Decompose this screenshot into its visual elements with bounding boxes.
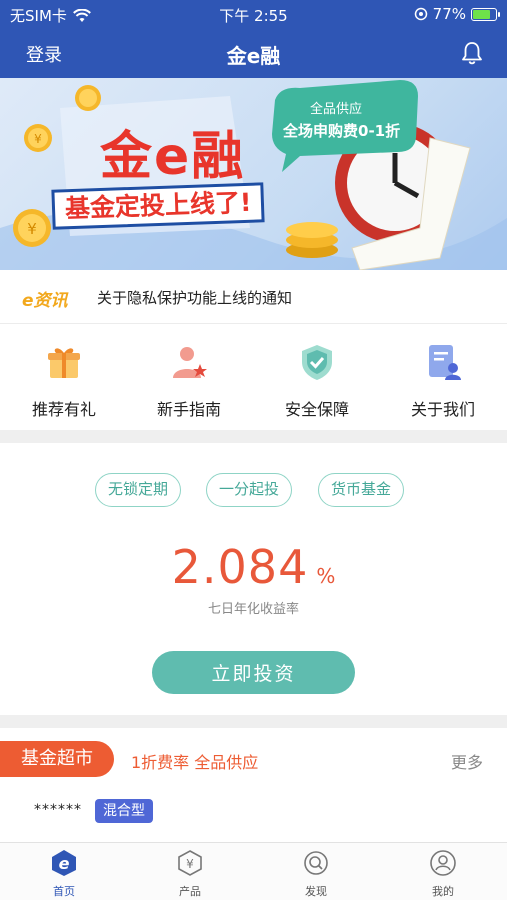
quick-link-label: 关于我们: [410, 400, 475, 419]
quick-links: 推荐有礼 新手指南 安全保障 关于我们: [0, 324, 507, 430]
bottom-tab-bar: e 首页 ¥ 产品 发现 我的: [0, 842, 507, 900]
coin-icon: ¥: [13, 209, 51, 247]
fund-tag: 货币基金: [318, 473, 405, 507]
profile-icon: [430, 850, 456, 876]
battery-icon: [471, 7, 500, 21]
product-yen-icon: ¥: [178, 850, 202, 876]
login-button[interactable]: 登录: [26, 41, 62, 67]
fund-item-name[interactable]: ******: [34, 802, 82, 818]
svg-text:e: e: [59, 854, 70, 873]
news-ticker[interactable]: e资讯 关于隐私保护功能上线的通知: [0, 270, 507, 324]
tab-label: 发现: [305, 885, 327, 898]
tab-home[interactable]: e 首页: [34, 849, 94, 899]
fund-market-section: 基金超市 1折费率 全品供应 更多 ****** 混合型: [0, 728, 507, 842]
fund-tag: 一分起投: [206, 473, 293, 507]
fund-market-title: 基金超市: [0, 741, 114, 777]
user-star-icon: [173, 347, 207, 378]
tab-label: 我的: [432, 885, 454, 898]
banner-art: ¥ ¥: [0, 80, 507, 270]
banner-brand: 金e融: [100, 127, 246, 187]
nav-bar: 登录 金e融: [0, 28, 507, 78]
orientation-lock-icon: [414, 7, 427, 21]
fund-market-subtitle: 1折费率 全品供应: [131, 753, 259, 772]
quick-link-label: 安全保障: [284, 400, 349, 419]
tab-discover[interactable]: 发现: [286, 849, 346, 899]
bubble-line-1: 全品供应: [310, 102, 363, 117]
fund-tag: 无锁定期: [95, 473, 182, 507]
quick-link-label: 推荐有礼: [31, 400, 96, 419]
tab-mine[interactable]: 我的: [413, 849, 473, 899]
svg-text:¥: ¥: [27, 220, 37, 238]
tab-products[interactable]: ¥ 产品: [160, 849, 220, 899]
more-link[interactable]: 更多: [451, 749, 483, 773]
invest-now-button[interactable]: 立即投资: [152, 651, 355, 694]
svg-text:¥: ¥: [34, 132, 42, 146]
coin-stack-icon: [286, 222, 338, 258]
news-logo: e资讯: [22, 291, 68, 311]
coin-icon: [75, 85, 101, 111]
yield-rate: 2.084%: [0, 540, 507, 594]
home-e-icon: e: [52, 850, 76, 876]
quick-link-about[interactable]: 关于我们: [388, 342, 498, 420]
shield-check-icon: [302, 345, 332, 380]
document-user-icon: [429, 345, 461, 380]
banner-headline: 基金定投上线了!: [51, 182, 266, 230]
yield-rate-value: 2.084: [171, 540, 309, 594]
quick-link-guide[interactable]: 新手指南: [134, 342, 244, 420]
status-bar: 无SIM卡 下午 2:55 77%: [0, 0, 507, 28]
yield-rate-caption: 七日年化收益率: [207, 602, 299, 617]
status-right: 77%: [414, 5, 500, 23]
discover-search-icon: [304, 851, 328, 875]
app-title: 金e融: [226, 44, 281, 68]
svg-text:¥: ¥: [186, 857, 194, 871]
gift-icon: [48, 348, 80, 378]
battery-fill: [473, 9, 490, 19]
tab-label: 产品: [179, 885, 201, 898]
quick-link-referral[interactable]: 推荐有礼: [9, 342, 119, 420]
news-headline[interactable]: 关于隐私保护功能上线的通知: [97, 287, 292, 308]
promo-banner[interactable]: ¥ ¥ 全品供应 全场申购费0-1折 金e融 基金定投上线了!: [0, 78, 507, 270]
coin-icon: ¥: [24, 124, 52, 152]
tab-label: 首页: [53, 885, 75, 898]
battery-percent: 77%: [432, 5, 466, 23]
bell-icon[interactable]: [459, 40, 485, 66]
bubble-line-2: 全场申购费0-1折: [283, 122, 401, 140]
fund-type-badge: 混合型: [95, 799, 153, 823]
featured-fund-card: 无锁定期 一分起投 货币基金 2.084% 七日年化收益率 立即投资: [0, 443, 507, 715]
quick-link-label: 新手指南: [156, 400, 221, 419]
yield-rate-unit: %: [316, 564, 336, 588]
quick-link-security[interactable]: 安全保障: [262, 342, 372, 420]
